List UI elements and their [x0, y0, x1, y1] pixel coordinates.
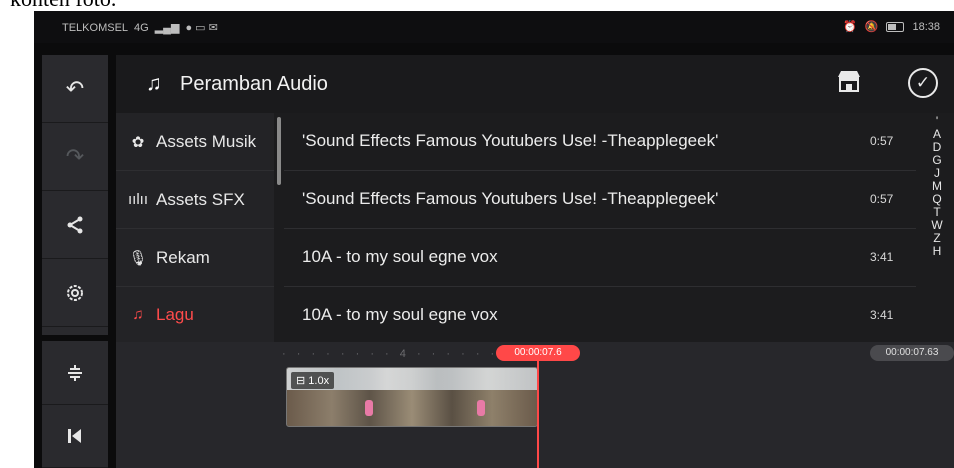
sound-wave-icon: ıılıı [127, 191, 148, 208]
category-label: Assets SFX [156, 189, 245, 209]
settings-icon [67, 284, 83, 301]
signal-icon: ▂▄▆ [154, 22, 180, 34]
battery-icon [886, 21, 905, 32]
status-bar: TELKOMSEL 4G ▂▄▆ ● ▭ ✉ ⏰ 🔕 18:38 [34, 11, 954, 43]
track-name: 'Sound Effects Famous Youtubers Use! -Th… [302, 131, 719, 150]
alarm-icon: ⏰ [843, 21, 857, 33]
confirm-check-icon[interactable]: ✓ [908, 68, 938, 98]
track-duration: 3:41 [870, 250, 894, 264]
timeline-ruler: · · · · · · · · 4 · · · · · · · [282, 348, 513, 360]
track-name: 10A - to my soul egne vox [302, 247, 498, 266]
microphone-icon: 🎙 [128, 249, 148, 267]
music-note-icon: ♫ [132, 306, 144, 323]
audio-browser-panel: ♫ Peramban Audio ✓ ✿ Assets Musik ıılıı … [116, 55, 954, 342]
tool-sidebar: ↶ ↷ [42, 55, 108, 468]
panel-title: Peramban Audio [180, 73, 328, 95]
share-icon [67, 216, 83, 233]
clip-figure [365, 400, 373, 416]
music-assets-icon: ✿ [131, 133, 145, 151]
category-label: Rekam [156, 247, 210, 267]
settings-button[interactable] [42, 259, 108, 327]
track-row[interactable]: 'Sound Effects Famous Youtubers Use! -Th… [284, 171, 916, 229]
app-screen: TELKOMSEL 4G ▂▄▆ ● ▭ ✉ ⏰ 🔕 18:38 ↶ ↷ ♫ P… [34, 11, 954, 468]
category-lagu[interactable]: ♫ Lagu [116, 287, 274, 342]
skip-to-start-icon [68, 429, 81, 443]
playhead[interactable] [537, 360, 539, 468]
redo-icon: ↷ [65, 143, 85, 169]
undo-icon: ↶ [65, 75, 85, 101]
network-label: 4G [134, 21, 149, 34]
category-label: Lagu [156, 304, 194, 324]
track-name: 'Sound Effects Famous Youtubers Use! -Th… [302, 189, 719, 208]
ruler-mark: 4 [399, 348, 410, 360]
category-label: Assets Musik [156, 131, 257, 151]
carrier-label: TELKOMSEL [62, 21, 129, 34]
clock-label: 18:38 [912, 20, 940, 33]
split-button[interactable] [42, 335, 108, 405]
alphabet-index[interactable]: ' A D G J M Q T W Z H [920, 115, 954, 335]
track-duration: 3:41 [870, 308, 894, 322]
video-clip[interactable]: ⊟ 1.0x [286, 367, 538, 427]
track-row[interactable]: 10A - to my soul egne vox 3:41 [284, 229, 916, 287]
skip-to-start-button[interactable] [42, 405, 108, 468]
total-duration: 00:00:07.63 [870, 345, 954, 361]
category-rekam[interactable]: 🎙 Rekam [116, 229, 274, 287]
clip-figure [477, 400, 485, 416]
timeline[interactable]: · · · · · · · · 4 · · · · · · · ⊟ 1.0x 0… [116, 342, 954, 468]
split-icon [68, 364, 82, 381]
track-row[interactable]: 10A - to my soul egne vox 3:41 [284, 287, 916, 345]
panel-header: ♫ Peramban Audio ✓ [116, 55, 954, 113]
alphabet-letter[interactable]: H [933, 245, 942, 258]
clip-speed: 1.0x [308, 375, 330, 387]
mute-icon: 🔕 [864, 21, 879, 33]
category-assets-sfx[interactable]: ıılıı Assets SFX [116, 171, 274, 229]
track-row[interactable]: 'Sound Effects Famous Youtubers Use! -Th… [284, 113, 916, 171]
notification-icons: ● ▭ ✉ [185, 22, 218, 34]
track-name: 10A - to my soul egne vox [302, 305, 498, 324]
track-duration: 0:57 [870, 134, 894, 148]
store-icon[interactable] [836, 69, 862, 93]
share-button[interactable] [42, 191, 108, 259]
music-note-icon: ♫ [146, 72, 162, 95]
clip-speed-badge: ⊟ 1.0x [291, 372, 335, 389]
category-assets-musik[interactable]: ✿ Assets Musik [116, 113, 274, 171]
playhead-time: 00:00:07.6 [496, 345, 580, 361]
category-scrollbar[interactable] [277, 117, 281, 185]
redo-button[interactable]: ↷ [42, 123, 108, 191]
track-duration: 0:57 [870, 192, 894, 206]
undo-button[interactable]: ↶ [42, 55, 108, 123]
